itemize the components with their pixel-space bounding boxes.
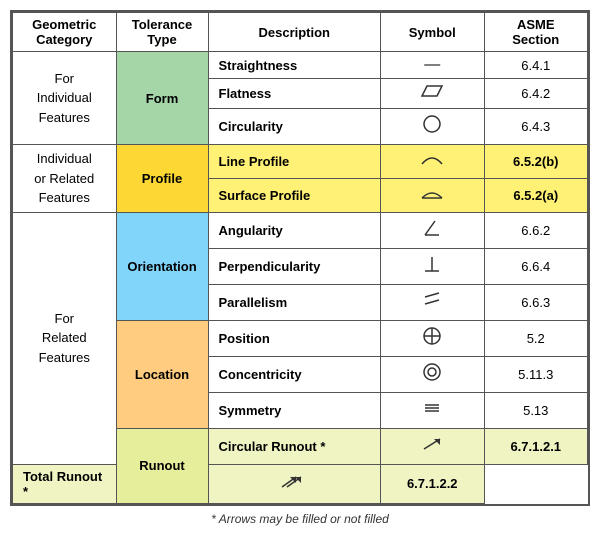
asme-straightness: 6.4.1: [484, 52, 588, 79]
asme-parallelism: 6.6.3: [484, 284, 588, 320]
header-symbol: Symbol: [381, 13, 485, 52]
footnote: * Arrows may be filled or not filled: [211, 512, 389, 526]
tol-profile: Profile: [116, 145, 208, 213]
asme-angularity: 6.6.2: [484, 212, 588, 248]
gdt-table: GeometricCategory ToleranceType Descript…: [12, 12, 588, 504]
sym-symmetry: [381, 392, 485, 428]
geo-individual-features: ForIndividualFeatures: [13, 52, 117, 145]
desc-line-profile: Line Profile: [208, 145, 381, 179]
desc-concentricity: Concentricity: [208, 356, 381, 392]
asme-total-runout: 6.7.1.2.2: [381, 464, 485, 503]
header-geo-category: GeometricCategory: [13, 13, 117, 52]
desc-straightness: Straightness: [208, 52, 381, 79]
asme-perpendicularity: 6.6.4: [484, 248, 588, 284]
tol-runout: Runout: [116, 428, 208, 503]
desc-symmetry: Symmetry: [208, 392, 381, 428]
desc-angularity: Angularity: [208, 212, 381, 248]
tol-location: Location: [116, 320, 208, 428]
geo-related-features: ForRelatedFeatures: [13, 212, 117, 464]
table-header-row: GeometricCategory ToleranceType Descript…: [13, 13, 588, 52]
sym-position: [381, 320, 485, 356]
asme-flatness: 6.4.2: [484, 79, 588, 109]
header-asme: ASMESection: [484, 13, 588, 52]
desc-total-runout: Total Runout *: [13, 464, 117, 503]
table-row: ForRelatedFeatures Orientation Angularit…: [13, 212, 588, 248]
desc-flatness: Flatness: [208, 79, 381, 109]
desc-position: Position: [208, 320, 381, 356]
sym-flatness: [381, 79, 485, 109]
sym-concentricity: [381, 356, 485, 392]
desc-surface-profile: Surface Profile: [208, 178, 381, 212]
asme-symmetry: 5.13: [484, 392, 588, 428]
header-tol-type: ToleranceType: [116, 13, 208, 52]
table-row-runout: Total Runout * 6.7.1.2.2: [13, 464, 588, 503]
asme-circularity: 6.4.3: [484, 109, 588, 145]
table-row-profile: Individualor RelatedFeatures Profile Lin…: [13, 145, 588, 179]
sym-total-runout: [208, 464, 381, 503]
geo-ind-related-features: Individualor RelatedFeatures: [13, 145, 117, 213]
sym-angularity: [381, 212, 485, 248]
asme-concentricity: 5.11.3: [484, 356, 588, 392]
sym-parallelism: [381, 284, 485, 320]
desc-circularity: Circularity: [208, 109, 381, 145]
sym-straightness: —: [381, 52, 485, 79]
asme-surface-profile: 6.5.2(a): [484, 178, 588, 212]
sym-surface-profile: [381, 178, 485, 212]
desc-parallelism: Parallelism: [208, 284, 381, 320]
desc-circular-runout: Circular Runout *: [208, 428, 381, 464]
asme-line-profile: 6.5.2(b): [484, 145, 588, 179]
tol-form: Form: [116, 52, 208, 145]
sym-line-profile: [381, 145, 485, 179]
tolerance-table-wrapper: GeometricCategory ToleranceType Descript…: [10, 10, 590, 506]
desc-perpendicularity: Perpendicularity: [208, 248, 381, 284]
sym-circular-runout: [381, 428, 485, 464]
asme-circular-runout: 6.7.1.2.1: [484, 428, 588, 464]
table-row: ForIndividualFeatures Form Straightness …: [13, 52, 588, 79]
sym-perpendicularity: [381, 248, 485, 284]
asme-position: 5.2: [484, 320, 588, 356]
tol-orientation: Orientation: [116, 212, 208, 320]
header-description: Description: [208, 13, 381, 52]
sym-circularity: [381, 109, 485, 145]
